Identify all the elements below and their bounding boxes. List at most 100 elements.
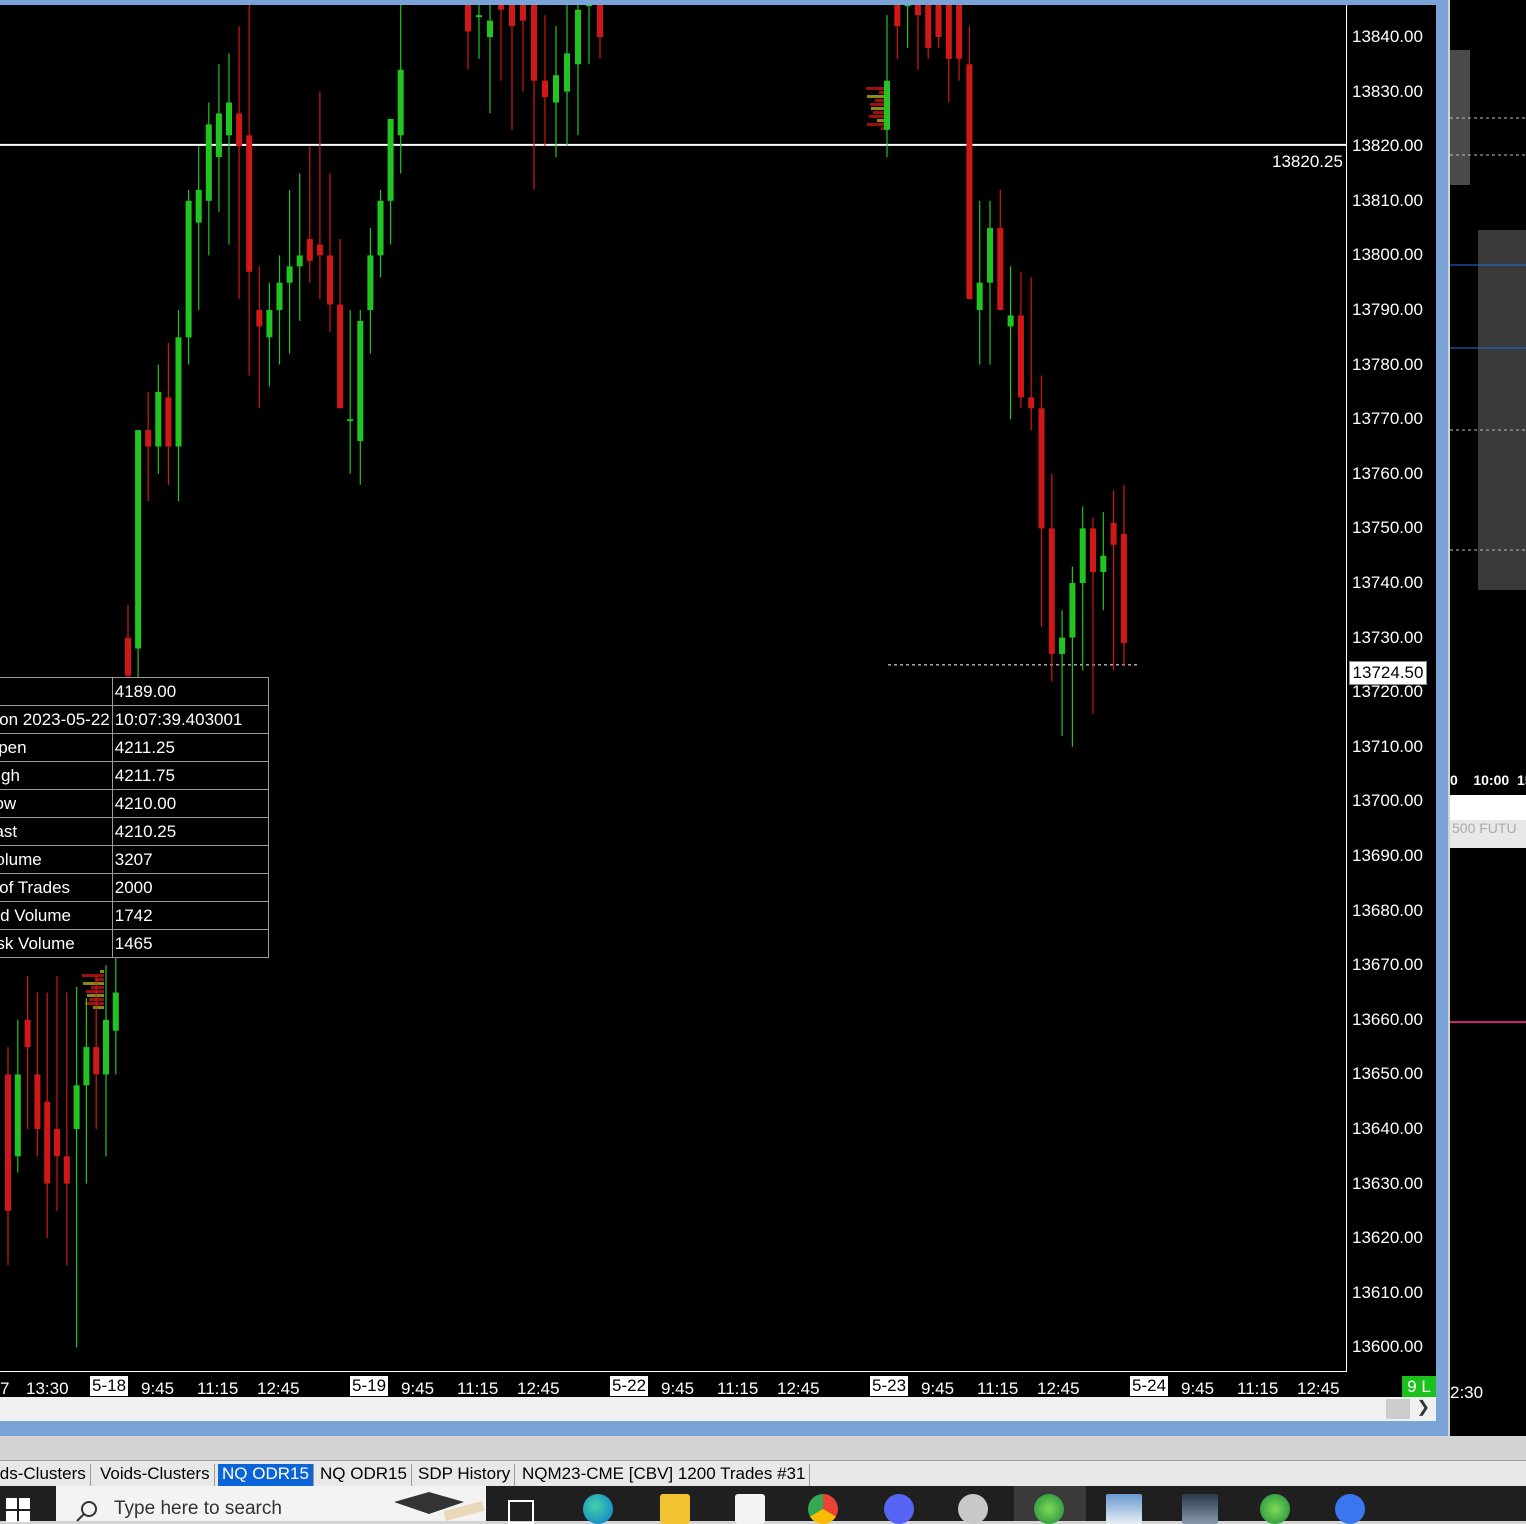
volume-profile-bar [85,1002,104,1005]
horizontal-scrollbar[interactable]: ❯ [0,1397,1436,1421]
date-tick-label: 5-22 [610,1376,649,1396]
price-tick-label: 13710.00 [1352,736,1423,756]
candle-body [945,5,952,59]
task-view-icon[interactable] [508,1500,534,1524]
candle [367,228,374,354]
candle-body [575,9,581,65]
data-window-value: 10:07:39.403001 [111,705,270,734]
price-tick-label: 13820.00 [1352,136,1423,156]
tab-nq-odr15[interactable]: NQ ODR15 [316,1464,412,1487]
edge-icon[interactable] [583,1494,613,1524]
data-window-key: Open [0,733,113,762]
candle [520,5,526,92]
tab-sdp-history[interactable]: SDP History [414,1464,516,1487]
candle [145,391,152,502]
price-tick-label: 13700.00 [1352,791,1423,811]
current-price-tag: 13724.50 [1349,661,1427,685]
status-badge[interactable]: 9 L [1402,1376,1436,1397]
price-tick-label: 13840.00 [1352,27,1423,46]
price-tick-label: 13740.00 [1352,573,1423,592]
data-window-row: Mon 2023-05-2210:07:39.403001 [0,705,270,734]
candle [73,987,80,1348]
candle [103,965,109,1157]
candle [14,1019,21,1173]
data-window-key [0,677,113,706]
candle [337,239,344,409]
secondary-chart [1450,50,1526,1023]
photo-mountain-icon[interactable] [1106,1494,1142,1524]
candle [997,189,1004,310]
candle-body [1007,315,1014,327]
candle [387,118,394,245]
file-explorer-icon[interactable] [660,1494,690,1524]
candle-body [553,75,559,103]
candle [316,91,323,300]
candle-body [387,118,394,201]
candle [509,5,515,130]
candle [1090,517,1096,715]
secondary-chart-panel[interactable]: 0 10:00 15 500 FUTU 2:30 [1450,0,1526,1436]
windows-start-icon[interactable] [6,1498,32,1522]
candle [1038,375,1045,627]
store-icon[interactable] [735,1494,765,1524]
candle-body [246,135,253,272]
candle-body [1100,555,1107,573]
tab-nq-odr15-active[interactable]: NQ ODR15 [218,1464,314,1487]
candle [397,5,404,174]
satellite-icon[interactable] [958,1494,988,1524]
candle-body [956,5,963,59]
tab-voids-clusters[interactable]: Voids-Clusters [96,1464,215,1487]
candle-body [93,1047,100,1075]
candle [347,310,354,474]
candle-body [327,255,333,305]
candle-body [1069,583,1076,638]
candle [1110,490,1117,671]
price-tick-label: 13830.00 [1352,81,1423,101]
scrollbar-thumb[interactable] [1386,1399,1410,1419]
tab-nqm23-cme[interactable]: NQM23-CME [CBV] 1200 Trades #31 [518,1464,811,1487]
chrome-icon[interactable] [808,1494,838,1524]
candle [531,5,537,190]
candle-body [306,239,313,261]
globe-icon[interactable] [1034,1494,1064,1524]
candle-body [215,113,222,158]
candle-body [377,200,384,256]
tab-ids-clusters[interactable]: ids-Clusters [0,1464,91,1487]
secondary-time-label: 0 [1450,772,1458,788]
secondary-time-label: 15 [1516,772,1526,788]
signal-icon[interactable] [1335,1494,1365,1524]
candle-body [487,20,493,37]
time-tick-label: 9:45 [141,1379,175,1397]
candle [1017,271,1024,409]
chart-area[interactable]: 13840.00 13830.00 13820.00 13810.00 13800.00… [0,5,1436,1397]
candle-body [276,282,283,310]
photo-sky-icon[interactable] [1182,1494,1218,1524]
volume-profile-bar [100,970,104,973]
candle-body [498,5,504,10]
candle [1100,512,1107,611]
volume-profile-bar [87,994,104,997]
data-window-key: Low [0,789,113,818]
candle-body [5,1074,11,1211]
date-tick-label: 5-18 [90,1376,129,1396]
candle-body [165,397,172,447]
globe-icon-2[interactable] [1260,1494,1290,1524]
candle-body [1110,522,1117,545]
data-window-value: 4211.75 [111,761,270,790]
candle-body [347,419,354,422]
data-window-value: 2000 [111,873,270,902]
data-window-key: Mon 2023-05-22 [0,705,113,734]
candle-body [520,5,526,21]
data-window-row: Volume3207 [0,845,270,874]
search-icon [76,1501,97,1522]
candle-body [266,310,273,338]
discord-icon[interactable] [884,1494,914,1524]
candle-body [24,1019,31,1048]
taskbar-search-box[interactable]: Type here to search [56,1486,486,1522]
data-window-row: # of Trades2000 [0,873,270,902]
candle [966,26,973,300]
data-window-value: 4210.00 [111,789,270,818]
candle [286,189,293,354]
scroll-right-arrow-icon[interactable]: ❯ [1417,1397,1430,1417]
candle-body [397,69,404,136]
